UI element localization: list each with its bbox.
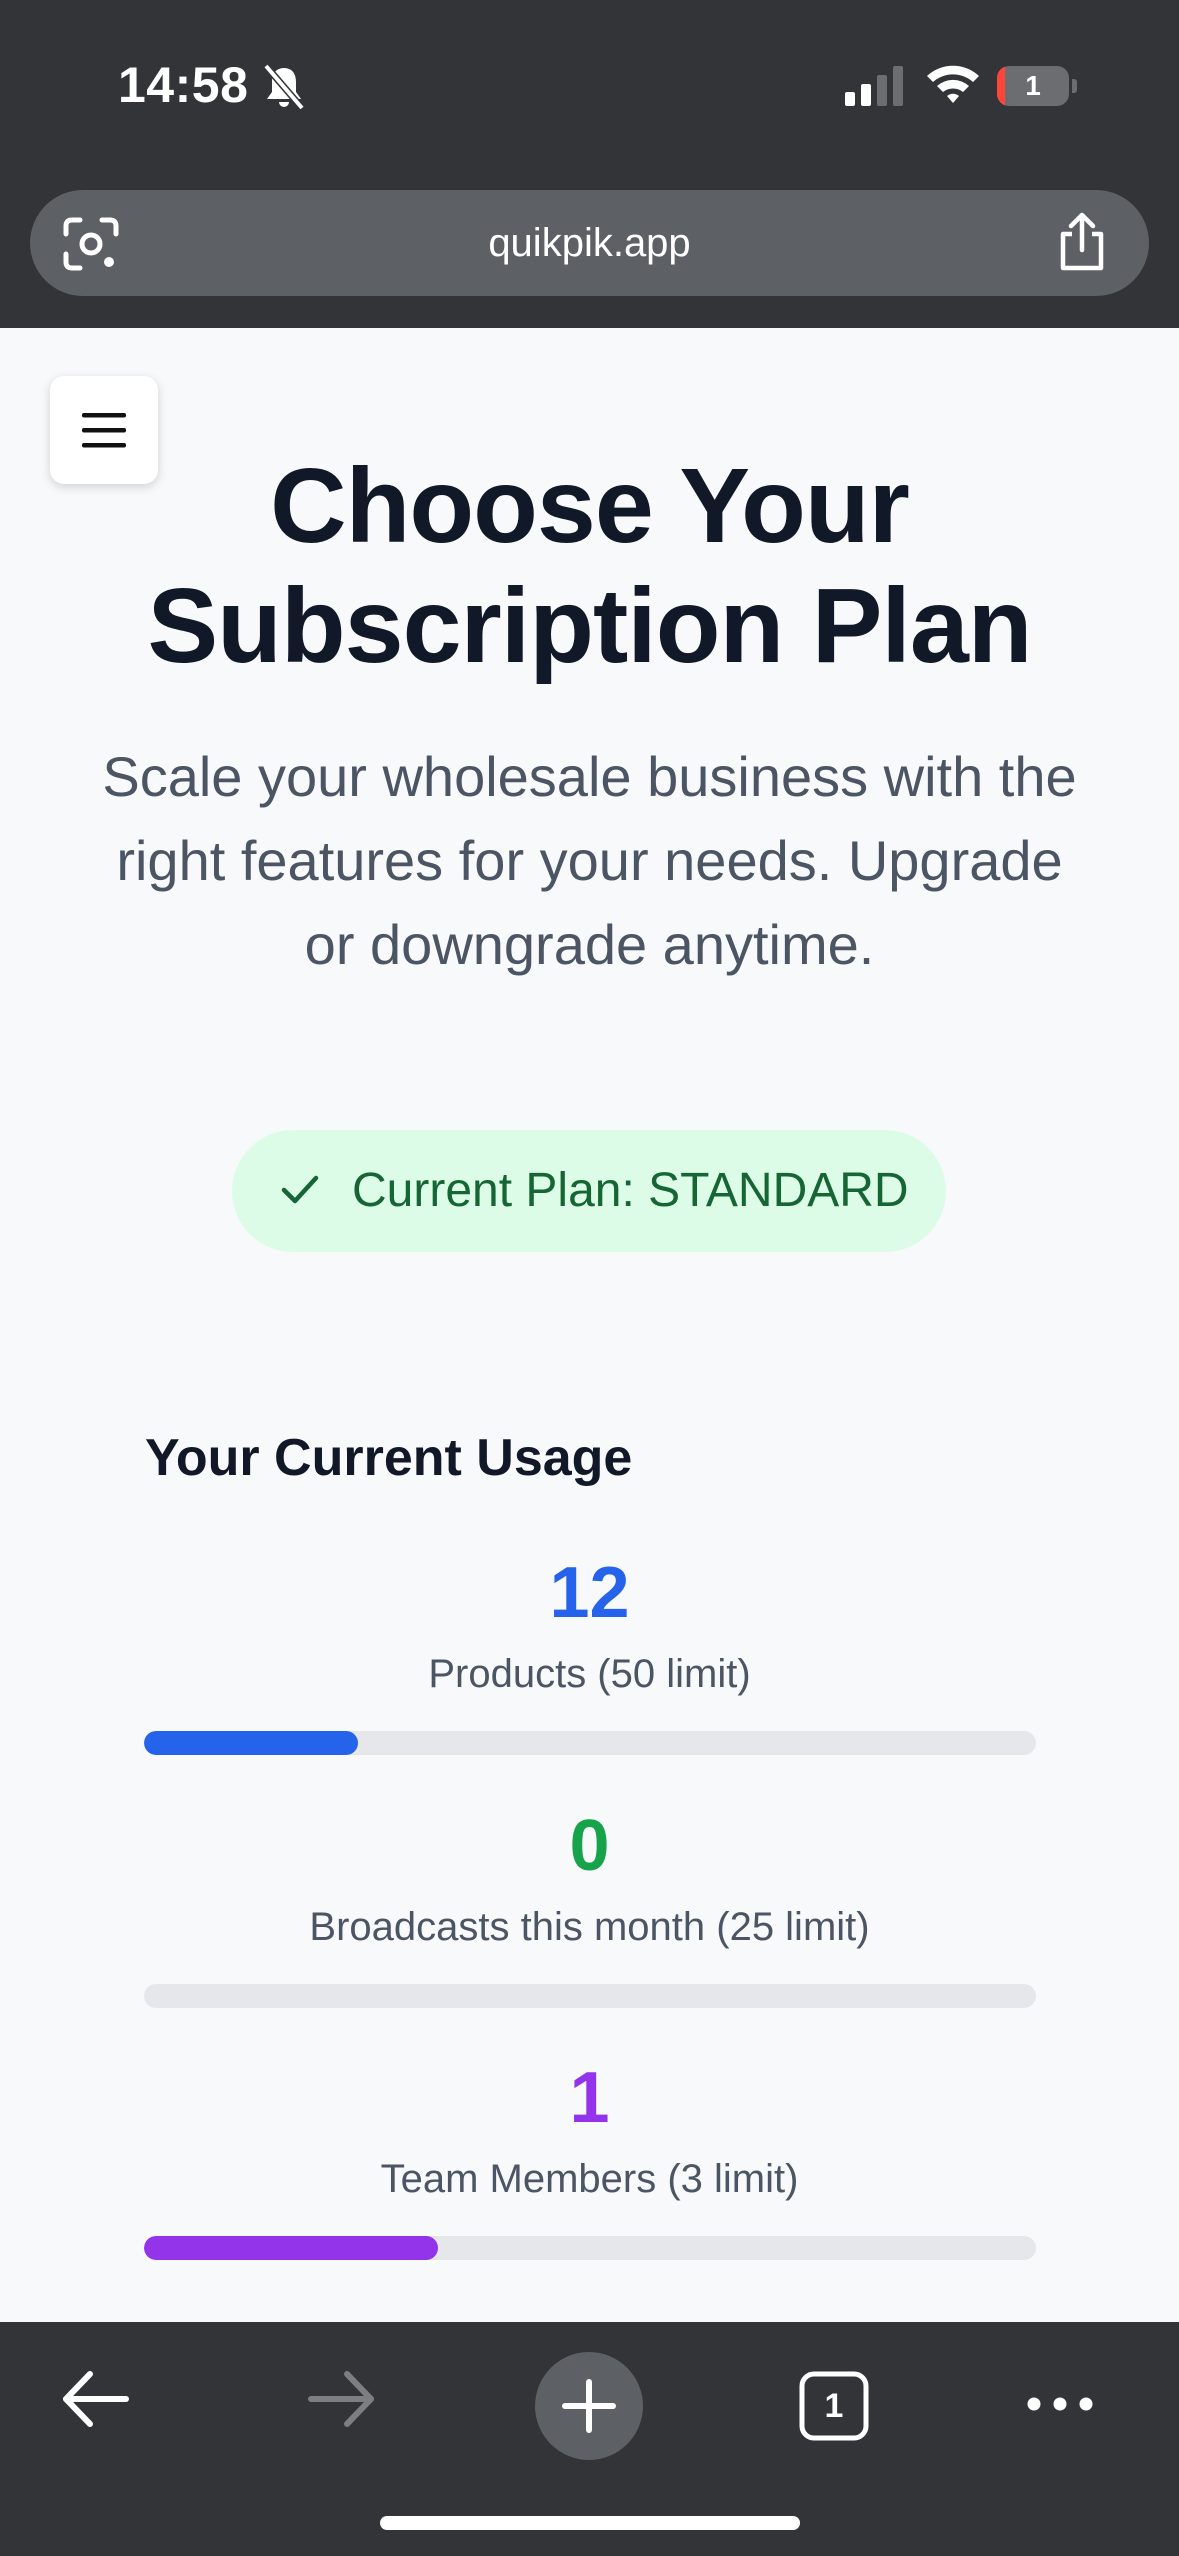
battery-icon: 1 [997, 66, 1079, 106]
check-icon [281, 1175, 319, 1204]
team-members-count: 1 [569, 2058, 610, 2138]
forward-arrow-icon[interactable] [305, 2362, 379, 2436]
page-subtitle: Scale your wholesale business with the r… [60, 735, 1119, 987]
page-title-line1: Choose Your [270, 447, 910, 565]
team-members-progress-fill [144, 2236, 439, 2260]
plus-icon [562, 2379, 616, 2433]
current-plan-badge: Current Plan: STANDARD [232, 1130, 946, 1252]
products-progress-fill [144, 1731, 359, 1755]
products-count: 12 [549, 1553, 630, 1633]
battery-level: 1 [1025, 70, 1041, 101]
url-text[interactable]: quikpik.app [30, 190, 1149, 296]
page-title: Choose Your Subscription Plan [100, 446, 1079, 686]
tab-count[interactable]: 1 [798, 2370, 870, 2442]
more-icon[interactable] [1024, 2392, 1096, 2416]
browser-top-chrome: 14:58 1 quikpik.app [0, 0, 1179, 328]
broadcasts-count: 0 [569, 1806, 610, 1886]
signal-icon [845, 66, 903, 106]
broadcasts-progress-bar [144, 1984, 1036, 2008]
hamburger-menu-icon [82, 413, 126, 448]
share-icon[interactable] [1055, 212, 1109, 272]
broadcasts-label: Broadcasts this month (25 limit) [309, 1905, 870, 1949]
subtitle-line3: or downgrade anytime. [304, 913, 875, 976]
team-members-progress-bar [144, 2236, 1036, 2260]
url-bar[interactable]: quikpik.app [30, 190, 1149, 296]
products-label: Products (50 limit) [428, 1652, 751, 1696]
bell-slash-icon [263, 63, 305, 111]
back-arrow-icon[interactable] [58, 2362, 132, 2436]
wifi-icon [927, 65, 979, 103]
products-progress-bar [144, 1731, 1036, 1755]
team-members-label: Team Members (3 limit) [380, 2157, 799, 2201]
status-time: 14:58 [118, 57, 249, 113]
home-indicator[interactable] [380, 2516, 800, 2530]
page-title-line2: Subscription Plan [147, 567, 1032, 685]
new-tab-button[interactable] [535, 2352, 643, 2460]
current-plan-label: Current Plan: STANDARD [352, 1164, 909, 1217]
subtitle-line2: right features for your needs. Upgrade [116, 829, 1063, 892]
subtitle-line1: Scale your wholesale business with the [102, 745, 1077, 808]
usage-heading: Your Current Usage [145, 1429, 633, 1487]
